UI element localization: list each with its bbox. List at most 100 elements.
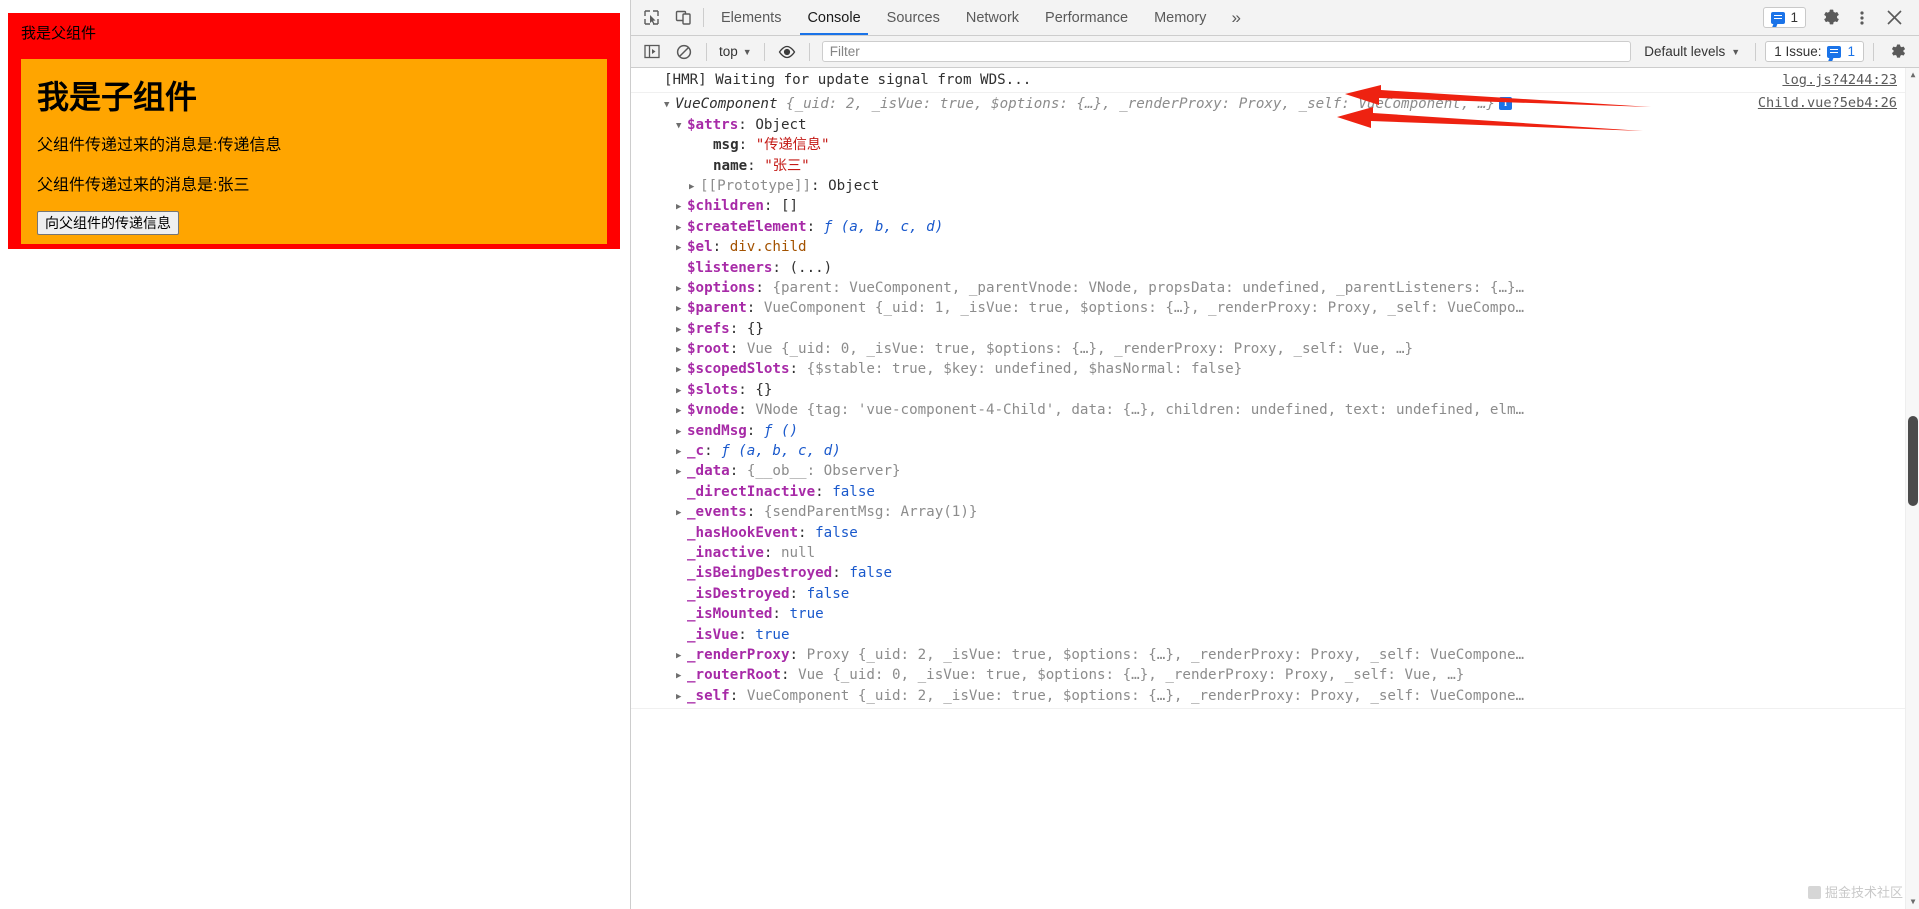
gear-icon[interactable]: [1815, 8, 1847, 27]
console-sidebar-icon[interactable]: [637, 39, 667, 65]
object-property-row[interactable]: _isVue: true: [664, 625, 1907, 645]
info-icon[interactable]: i: [1499, 97, 1512, 110]
object-property-row[interactable]: _hasHookEvent: false: [664, 523, 1907, 543]
disclosure-triangle-icon[interactable]: ▶: [676, 360, 687, 379]
object-property-row[interactable]: ▶_routerRoot: Vue {_uid: 0, _isVue: true…: [664, 665, 1907, 685]
disclosure-triangle-icon[interactable]: ▶: [676, 238, 687, 257]
scrollbar-thumb[interactable]: [1908, 416, 1918, 506]
inspect-element-icon[interactable]: [635, 0, 667, 35]
disclosure-triangle-icon[interactable]: ▶: [676, 422, 687, 441]
tab-sources[interactable]: Sources: [874, 0, 953, 35]
filterbar-divider-5: [1873, 43, 1874, 61]
child-component-box: 我是子组件 父组件传递过来的消息是:传递信息 父组件传递过来的消息是:张三 向父…: [21, 59, 607, 244]
object-property-row[interactable]: ▶$el: div.child: [664, 237, 1907, 257]
more-tabs-icon[interactable]: »: [1219, 0, 1252, 35]
device-toolbar-icon[interactable]: [667, 0, 699, 35]
disclosure-triangle-icon[interactable]: ▶: [676, 462, 687, 481]
tab-memory[interactable]: Memory: [1141, 0, 1219, 35]
live-expression-icon[interactable]: [772, 39, 802, 65]
disclosure-triangle-icon[interactable]: ▶: [676, 503, 687, 522]
disclosure-triangle-icon[interactable]: ▼: [664, 95, 675, 114]
object-property-row[interactable]: _isMounted: true: [664, 604, 1907, 624]
object-property-row[interactable]: ▶_renderProxy: Proxy {_uid: 2, _isVue: t…: [664, 645, 1907, 665]
object-property-row[interactable]: name: "张三": [664, 156, 1907, 176]
object-property-row[interactable]: _isDestroyed: false: [664, 584, 1907, 604]
object-property-row[interactable]: ▶$scopedSlots: {$stable: true, $key: und…: [664, 359, 1907, 379]
disclosure-triangle-icon[interactable]: ▶: [676, 687, 687, 706]
scrollbar-up-arrow[interactable]: ▲: [1906, 68, 1919, 82]
hmr-source-link[interactable]: log.js?4244:23: [1782, 70, 1897, 90]
tab-network[interactable]: Network: [953, 0, 1032, 35]
property-value: {}: [755, 382, 772, 398]
object-property-row[interactable]: ▶_data: {__ob__: Observer}: [664, 461, 1907, 481]
tab-console[interactable]: Console: [794, 0, 873, 35]
disclosure-triangle-icon[interactable]: ▶: [676, 340, 687, 359]
disclosure-triangle-icon[interactable]: ▶: [676, 401, 687, 420]
row-spacer: [676, 483, 687, 502]
close-icon[interactable]: [1877, 10, 1911, 25]
log-levels-selector[interactable]: Default levels ▼: [1638, 42, 1746, 61]
disclosure-triangle-icon[interactable]: ▶: [676, 442, 687, 461]
more-options-icon[interactable]: [1847, 10, 1877, 26]
object-property-row[interactable]: ▶$vnode: VNode {tag: 'vue-component-4-Ch…: [664, 400, 1907, 420]
object-property-row[interactable]: ▶sendMsg: ƒ (): [664, 421, 1907, 441]
property-value: div.child: [730, 239, 807, 255]
console-filter-input[interactable]: [822, 41, 1632, 62]
object-property-row[interactable]: ▶$children: []: [664, 196, 1907, 216]
devtools-panel: Elements Console Sources Network Perform…: [630, 0, 1919, 909]
execution-context-selector[interactable]: top ▼: [714, 42, 757, 61]
property-value: (...): [790, 260, 833, 276]
issues-bubble-icon: [1827, 46, 1841, 58]
console-message-object: Child.vue?5eb4:26 ▼VueComponent {_uid: 2…: [631, 93, 1919, 709]
disclosure-triangle-icon[interactable]: ▶: [676, 666, 687, 685]
object-property-row[interactable]: msg: "传递信息": [664, 135, 1907, 155]
tab-performance[interactable]: Performance: [1032, 0, 1141, 35]
disclosure-triangle-icon[interactable]: ▼: [676, 116, 687, 135]
object-property-row[interactable]: ▶$createElement: ƒ (a, b, c, d): [664, 217, 1907, 237]
disclosure-triangle-icon[interactable]: ▶: [676, 279, 687, 298]
log-levels-label: Default levels: [1644, 44, 1725, 59]
console-settings-gear-icon[interactable]: [1883, 39, 1913, 65]
object-property-row[interactable]: _directInactive: false: [664, 482, 1907, 502]
object-property-row[interactable]: ▼$attrs: Object: [664, 115, 1907, 135]
property-key: $refs: [687, 321, 730, 337]
object-property-row[interactable]: ▶_c: ƒ (a, b, c, d): [664, 441, 1907, 461]
object-property-row[interactable]: _isBeingDestroyed: false: [664, 563, 1907, 583]
object-property-row[interactable]: ▶$root: Vue {_uid: 0, _isVue: true, $opt…: [664, 339, 1907, 359]
console-scrollbar[interactable]: ▲ ▼: [1905, 68, 1919, 909]
object-property-row[interactable]: ▶$refs: {}: [664, 319, 1907, 339]
object-property-row[interactable]: ▶[[Prototype]]: Object: [664, 176, 1907, 196]
property-key: $children: [687, 198, 764, 214]
chevron-down-icon-levels: ▼: [1731, 47, 1740, 57]
property-key: $vnode: [687, 402, 738, 418]
object-property-row[interactable]: ▶$slots: {}: [664, 380, 1907, 400]
object-property-row[interactable]: ▶_self: VueComponent {_uid: 2, _isVue: t…: [664, 686, 1907, 706]
object-root-line[interactable]: ▼VueComponent {_uid: 2, _isVue: true, $o…: [664, 94, 1907, 114]
clear-console-icon[interactable]: [669, 39, 699, 65]
tab-elements[interactable]: Elements: [708, 0, 794, 35]
disclosure-triangle-icon[interactable]: ▶: [676, 299, 687, 318]
property-key: _isBeingDestroyed: [687, 565, 832, 581]
disclosure-triangle-icon[interactable]: ▶: [676, 218, 687, 237]
object-property-row[interactable]: $listeners: (...): [664, 258, 1907, 278]
send-to-parent-button[interactable]: 向父组件的传递信息: [37, 211, 179, 235]
object-property-row[interactable]: ▶$parent: VueComponent {_uid: 1, _isVue:…: [664, 298, 1907, 318]
object-property-row[interactable]: _inactive: null: [664, 543, 1907, 563]
property-value: null: [781, 545, 815, 561]
scrollbar-down-arrow[interactable]: ▼: [1906, 895, 1919, 909]
object-property-row[interactable]: ▶$options: {parent: VueComponent, _paren…: [664, 278, 1907, 298]
disclosure-triangle-icon[interactable]: ▶: [676, 197, 687, 216]
object-property-row[interactable]: ▶_events: {sendParentMsg: Array(1)}: [664, 502, 1907, 522]
disclosure-triangle-icon[interactable]: ▶: [676, 381, 687, 400]
disclosure-triangle-icon[interactable]: ▶: [676, 646, 687, 665]
console-output[interactable]: [HMR] Waiting for update signal from WDS…: [631, 68, 1919, 909]
property-key: name: [713, 158, 747, 174]
property-value: "张三": [764, 158, 809, 174]
disclosure-triangle-icon[interactable]: ▶: [676, 320, 687, 339]
message-count-badge[interactable]: 1: [1763, 7, 1806, 28]
object-tree[interactable]: ▼VueComponent {_uid: 2, _isVue: true, $o…: [664, 93, 1907, 706]
issues-badge[interactable]: 1 Issue: 1: [1765, 41, 1864, 62]
execution-context-label: top: [719, 44, 738, 59]
object-source-link[interactable]: Child.vue?5eb4:26: [1758, 93, 1897, 113]
disclosure-triangle-icon[interactable]: ▶: [689, 177, 700, 196]
